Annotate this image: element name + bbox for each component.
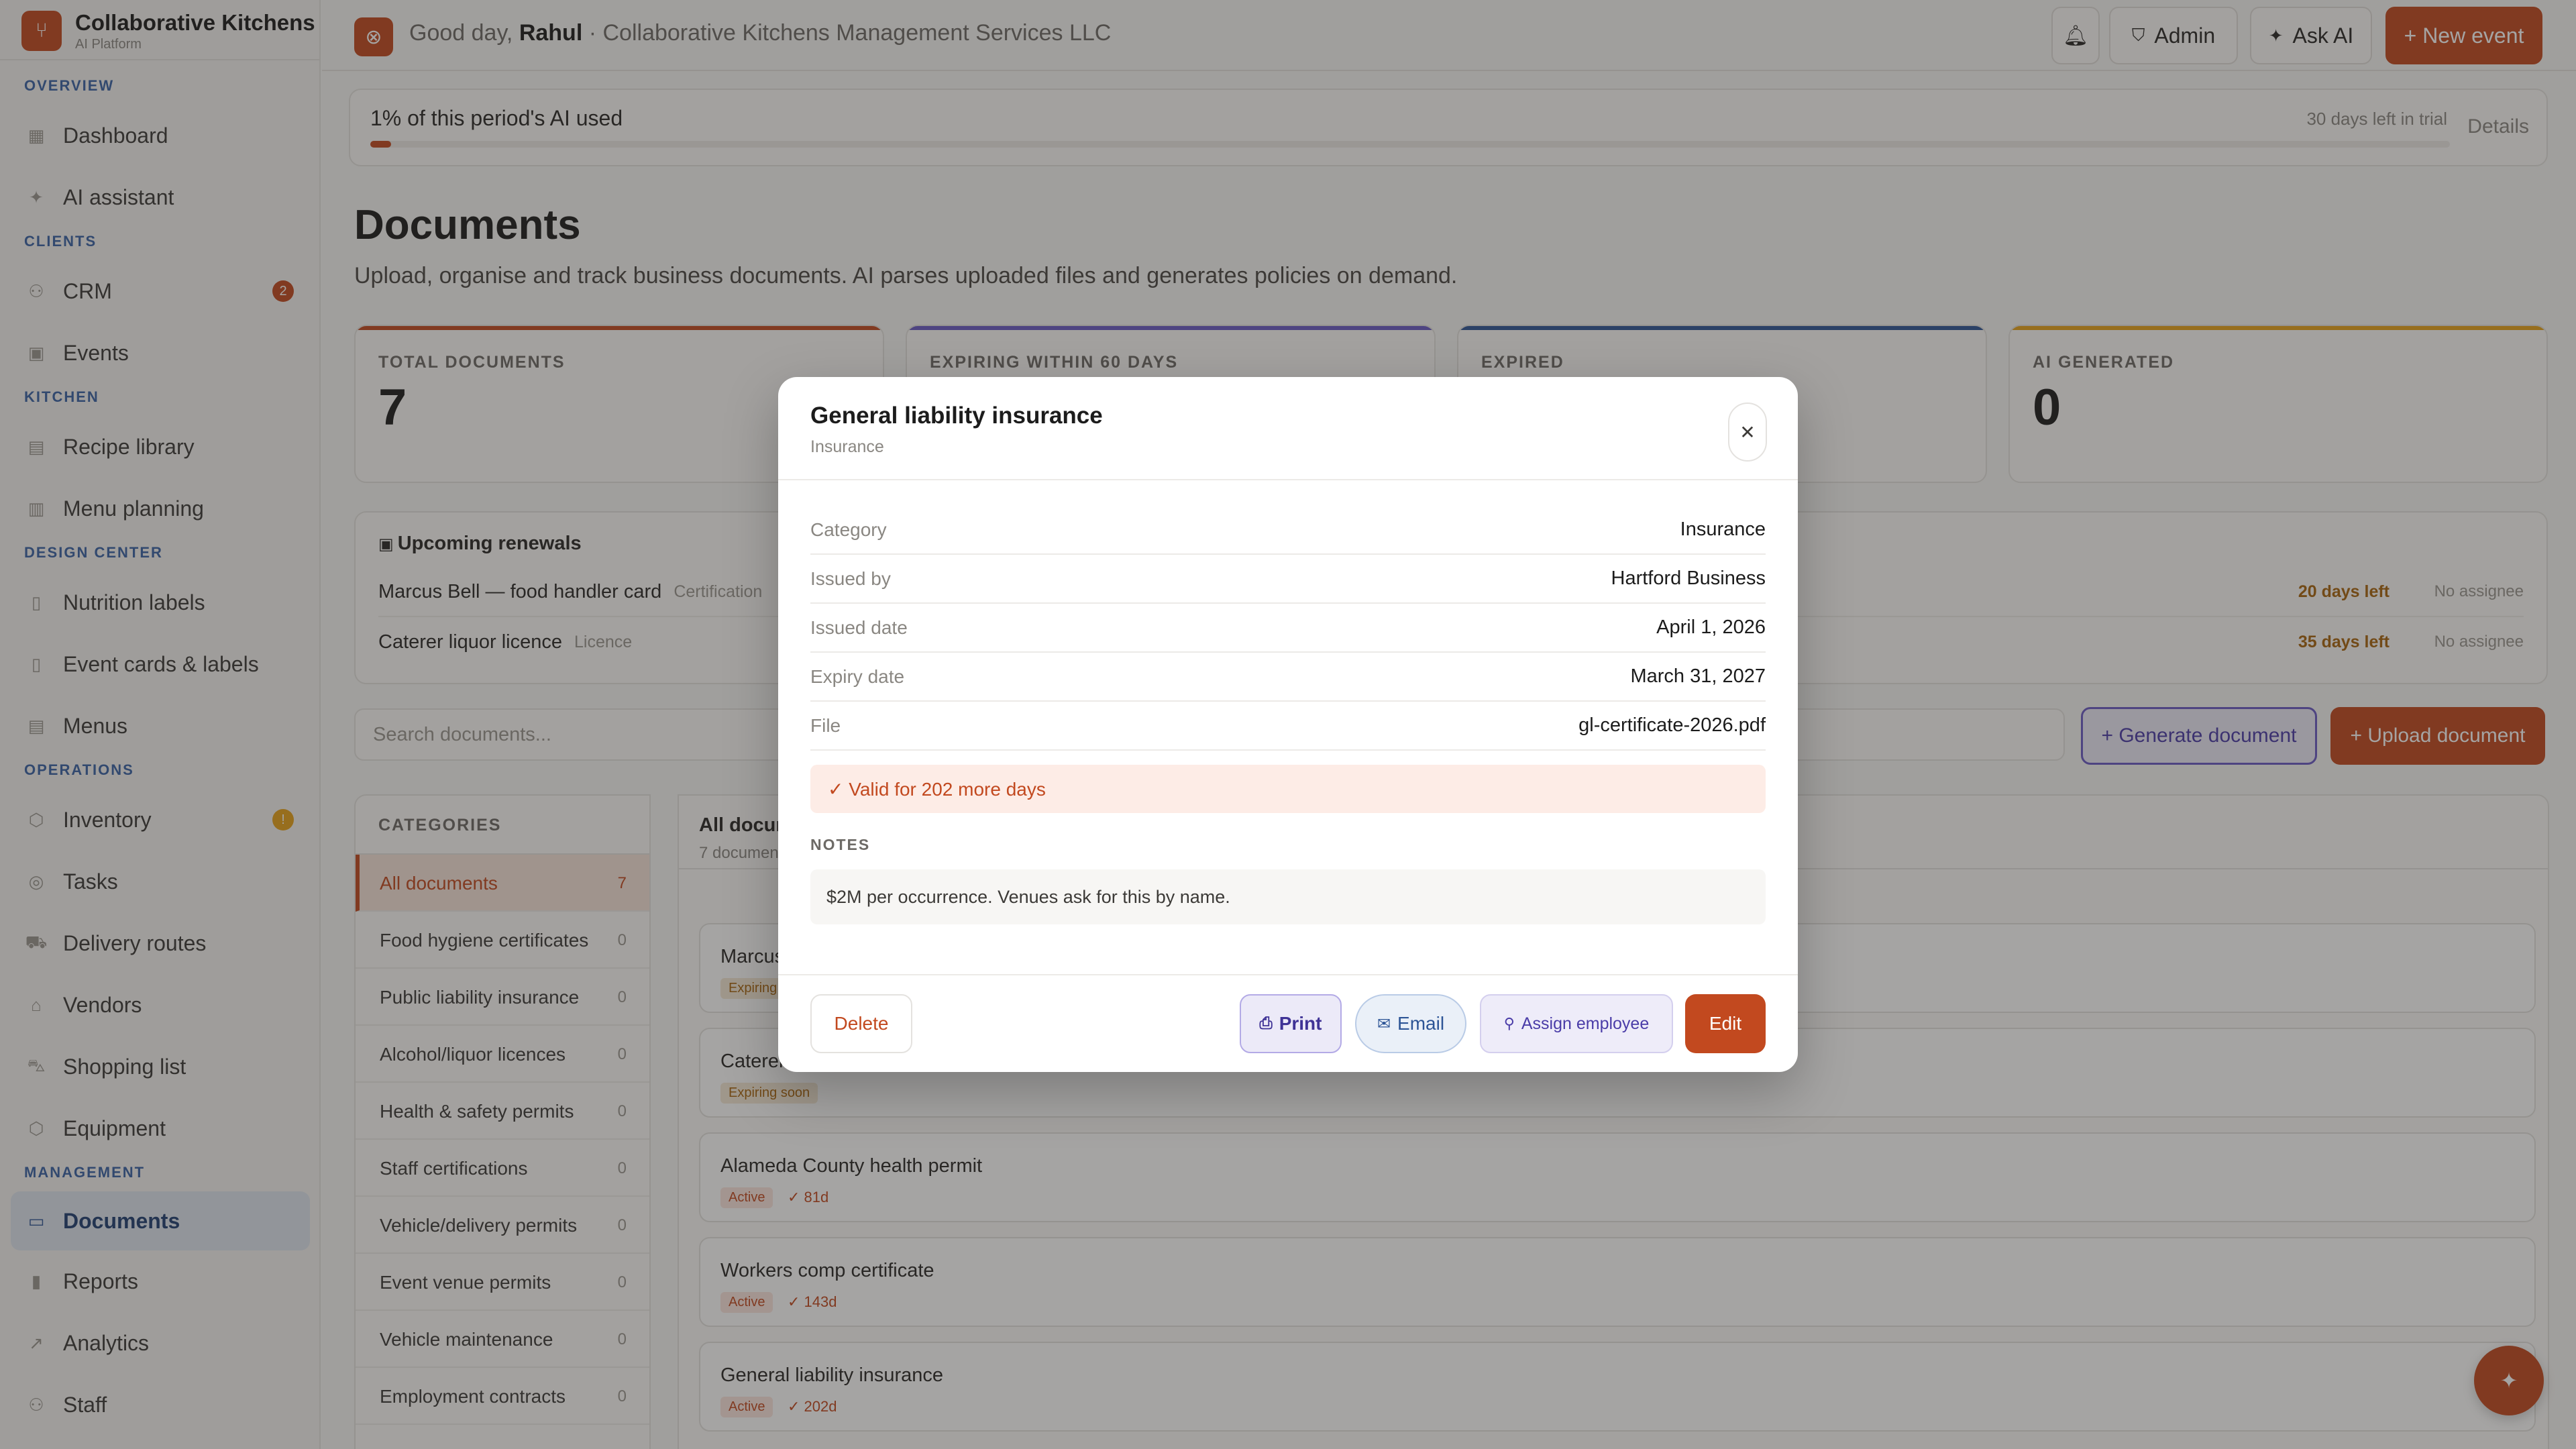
printer-icon: ⎙ <box>1259 1014 1273 1032</box>
file-link[interactable]: gl-certificate-2026.pdf <box>1578 714 1766 737</box>
divider <box>778 974 1798 975</box>
print-button[interactable]: ⎙ Print <box>1240 994 1342 1053</box>
validity-status: ✓ Valid for 202 more days <box>810 765 1766 813</box>
print-label: Print <box>1279 1013 1322 1034</box>
field-issued-by: Issued by Hartford Business <box>810 555 1766 604</box>
close-icon: ✕ <box>1739 421 1756 443</box>
mail-icon: ✉ <box>1377 1014 1391 1033</box>
field-label: File <box>810 714 841 736</box>
user-icon: ⚲ <box>1503 1015 1515 1032</box>
email-label: Email <box>1397 1013 1445 1034</box>
assign-label: Assign employee <box>1521 1014 1650 1033</box>
edit-button[interactable]: Edit <box>1685 994 1766 1053</box>
field-category: Category Insurance <box>810 506 1766 555</box>
field-issued-date: Issued date April 1, 2026 <box>810 604 1766 653</box>
modal-title: General liability insurance <box>810 402 1103 429</box>
document-detail-modal: General liability insurance Insurance ✕ … <box>778 377 1798 1072</box>
divider <box>778 479 1798 480</box>
field-value: Insurance <box>1680 519 1766 540</box>
field-value: March 31, 2027 <box>1630 665 1766 687</box>
field-label: Issued date <box>810 616 908 638</box>
modal-subtitle: Insurance <box>810 437 884 456</box>
field-expiry-date: Expiry date March 31, 2027 <box>810 653 1766 702</box>
close-button[interactable]: ✕ <box>1728 402 1767 462</box>
field-label: Expiry date <box>810 665 905 687</box>
delete-button[interactable]: Delete <box>810 994 912 1053</box>
app-root: ⑂ Collaborative Kitchens AI Platform OVE… <box>0 0 2576 1449</box>
assign-employee-button[interactable]: ⚲ Assign employee <box>1480 994 1673 1053</box>
email-button[interactable]: ✉ Email <box>1355 994 1466 1053</box>
notes-label: NOTES <box>810 836 871 853</box>
field-value: Hartford Business <box>1611 568 1766 589</box>
notes-text: $2M per occurrence. Venues ask for this … <box>810 869 1766 924</box>
field-value: April 1, 2026 <box>1656 616 1766 638</box>
field-label: Category <box>810 519 887 540</box>
field-label: Issued by <box>810 568 891 589</box>
field-file: File gl-certificate-2026.pdf <box>810 702 1766 751</box>
